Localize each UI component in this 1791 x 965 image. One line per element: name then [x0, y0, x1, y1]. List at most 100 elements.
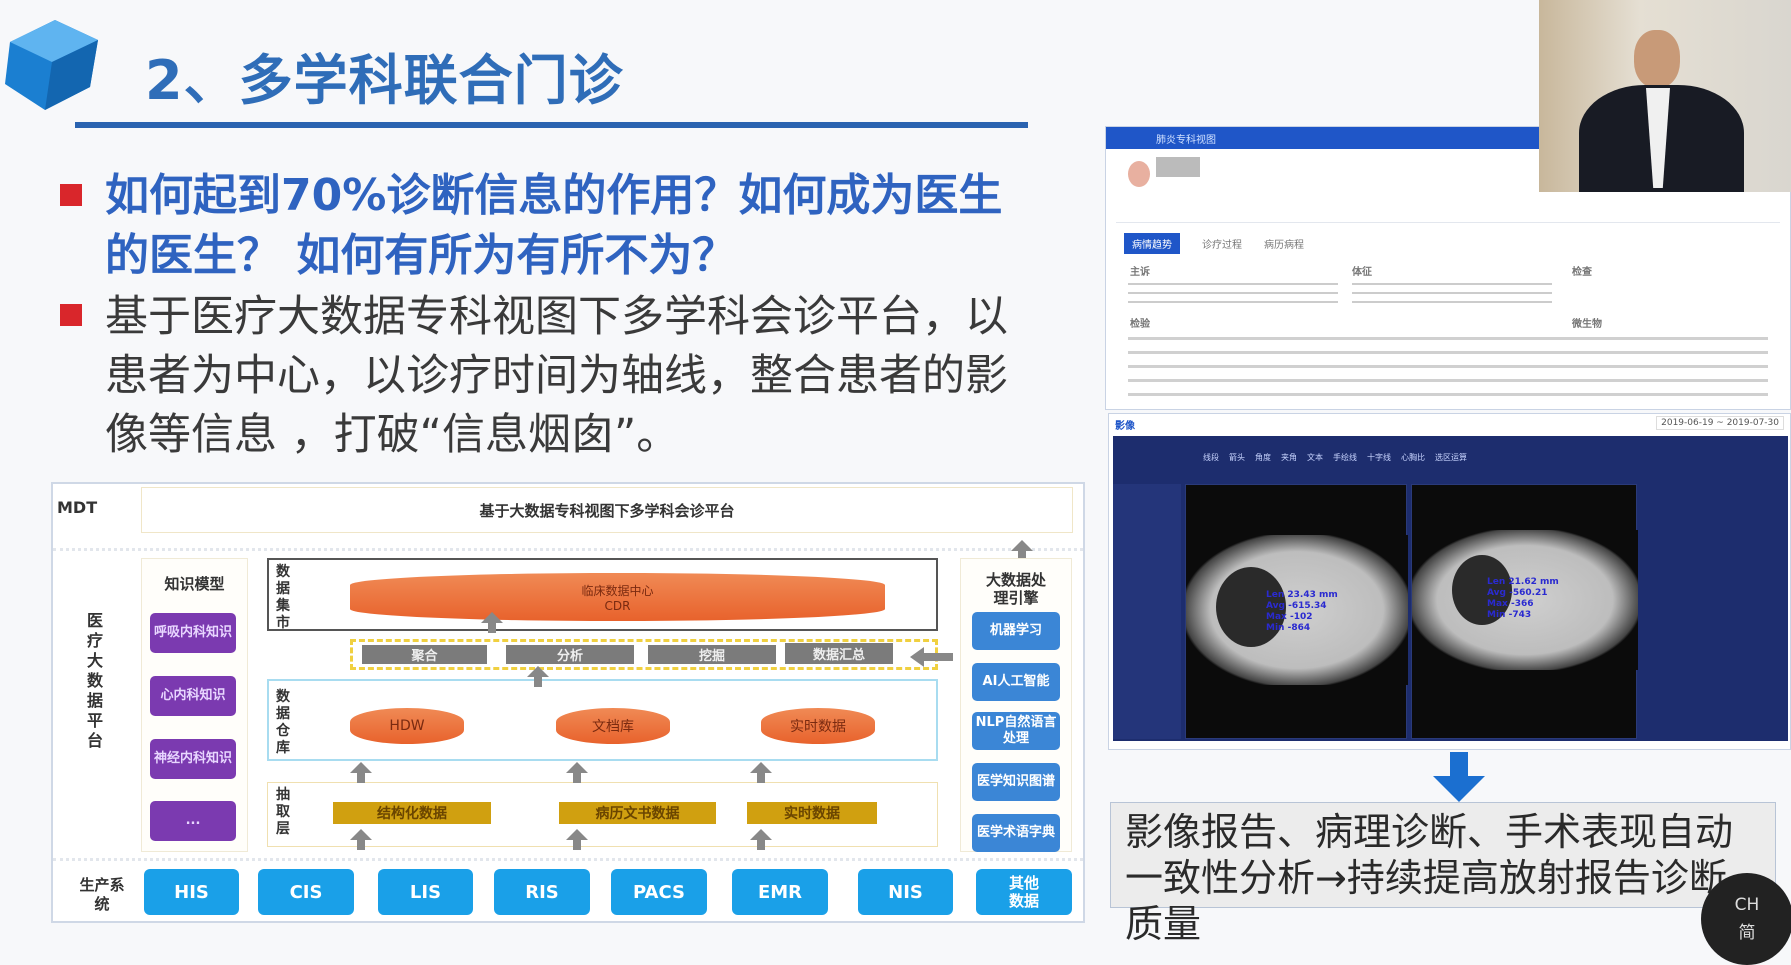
tab-trend[interactable]: 病情趋势 [1124, 233, 1180, 254]
viewer-toolbar: 线段 箭头 角度 夹角 文本 手绘线 十字线 心胸比 选区运算 [1203, 452, 1467, 463]
blurred-text [1128, 279, 1338, 305]
arrow-left-icon [923, 653, 953, 661]
system-his: HIS [144, 869, 239, 915]
bullet-marker [60, 184, 82, 206]
ct-image-left: Len 23.43 mm Avg -615.34 Max -102 Min -8… [1185, 484, 1408, 739]
extract-structured: 结构化数据 [333, 802, 491, 824]
view-tabs: 病情趋势 诊疗过程 病历病程 [1124, 233, 1304, 254]
platform-label: 医疗大数据平台 [84, 612, 103, 752]
tool-angle[interactable]: 角度 [1255, 452, 1271, 463]
warehouse-realtime: 实时数据 [761, 708, 875, 744]
arrow-up-icon [750, 829, 772, 850]
divider [53, 548, 1083, 551]
tool-ctr[interactable]: 心胸比 [1401, 452, 1425, 463]
cdr-name: 临床数据中心 [581, 583, 654, 598]
bullet-description: 基于医疗大数据专科视图下多学科会诊平台，以患者为中心，以诊疗时间为轴线，整合患者… [105, 292, 1008, 460]
blurred-lab-table [1128, 331, 1768, 401]
knowledge-item: 心内科知识 [150, 676, 236, 716]
measure-min: Min -864 [1266, 623, 1311, 633]
measure-len: Len 21.62 mm [1487, 577, 1559, 587]
presenter-face [1634, 30, 1680, 88]
data-warehouse-label: 数据仓库 [276, 689, 290, 756]
knowledge-item: 神经内科知识 [150, 739, 236, 779]
tool-freehand[interactable]: 手绘线 [1333, 452, 1357, 463]
measure-max: Max -366 [1487, 599, 1534, 609]
engine-item: 医学术语字典 [972, 814, 1060, 852]
section-exam: 检查 [1572, 267, 1592, 278]
ime-lang: CH [1734, 895, 1760, 915]
section-lab: 检验 [1130, 319, 1150, 330]
blurred-text [1352, 279, 1552, 305]
ct-image-right: Len 21.62 mm Avg -560.21 Max -366 Min -7… [1411, 484, 1638, 739]
imaging-label: 影像 [1115, 421, 1135, 432]
measure-min: Min -743 [1487, 610, 1532, 620]
production-label: 生产系统 [79, 876, 125, 913]
redacted-name [1156, 157, 1200, 177]
op-mine: 挖掘 [648, 645, 776, 664]
patient-avatar [1128, 161, 1150, 187]
data-mart-label: 数据集市 [276, 564, 290, 631]
arrow-up-icon [350, 762, 372, 783]
engine-item: AI人工智能 [972, 663, 1060, 701]
tool-crosshair[interactable]: 十字线 [1367, 452, 1391, 463]
arrow-left-icon [910, 647, 924, 667]
extract-records: 病历文书数据 [559, 802, 716, 824]
tool-cobb[interactable]: 夹角 [1281, 452, 1297, 463]
system-nis: NIS [858, 869, 953, 915]
tool-arrow[interactable]: 箭头 [1229, 452, 1245, 463]
knowledge-item: ... [150, 801, 236, 841]
arrow-up-icon [527, 666, 549, 687]
divider [1116, 222, 1780, 223]
warehouse-docs: 文档库 [556, 708, 670, 744]
conclusion-box: 影像报告、病理诊断、手术表现自动一致性分析→持续提高放射报告诊断质量 [1110, 802, 1776, 946]
knowledge-title: 知识模型 [164, 575, 225, 593]
imaging-viewer: 影像 2019-06-19 ~ 2019-07-30 线段 箭头 角度 夹角 文… [1108, 413, 1791, 750]
cube-logo-icon [5, 20, 98, 110]
date-range[interactable]: 2019-06-19 ~ 2019-07-30 [1656, 416, 1784, 430]
ime-indicator[interactable]: CH 简 [1701, 873, 1791, 965]
arrow-up-icon [566, 762, 588, 783]
warehouse-hdw: HDW [350, 708, 464, 744]
webcam-feed [1539, 0, 1791, 192]
series-thumbnails[interactable] [1113, 484, 1181, 739]
tab-records[interactable]: 病历病程 [1264, 233, 1304, 254]
measure-max: Max -102 [1266, 612, 1313, 622]
title-rule [75, 122, 1028, 128]
measure-avg: Avg -560.21 [1487, 588, 1548, 598]
op-aggregate: 聚合 [362, 645, 487, 664]
section-micro: 微生物 [1572, 319, 1602, 330]
engine-item: 机器学习 [972, 612, 1060, 650]
cdr-cylinder: 临床数据中心 CDR [350, 573, 885, 621]
cdr-abbrev: CDR [604, 598, 631, 613]
slide-title: 2、多学科联合门诊 [145, 49, 624, 112]
op-summary: 数据汇总 [785, 643, 893, 664]
system-ris: RIS [494, 869, 590, 915]
op-analyze: 分析 [506, 645, 634, 664]
engine-item: 医学知识图谱 [972, 763, 1060, 801]
section-signs: 体征 [1352, 267, 1372, 278]
mdt-label: MDT [57, 498, 98, 517]
tool-line[interactable]: 线段 [1203, 452, 1219, 463]
tool-text[interactable]: 文本 [1307, 452, 1323, 463]
extract-label: 抽取层 [276, 787, 290, 837]
arrow-up-icon [750, 762, 772, 783]
system-emr: EMR [732, 869, 828, 915]
engine-column: 大数据处理引擎 [960, 558, 1072, 852]
dicom-viewer: 线段 箭头 角度 夹角 文本 手绘线 十字线 心胸比 选区运算 Len 23.4… [1113, 436, 1788, 741]
engine-item: NLP自然语言处理 [972, 712, 1060, 750]
system-other: 其他数据 [976, 869, 1072, 915]
measure-len: Len 23.43 mm [1266, 590, 1338, 600]
system-cis: CIS [258, 869, 354, 915]
mdt-platform-title: 基于大数据专科视图下多学科会诊平台 [141, 487, 1073, 533]
engine-title: 大数据处理引擎 [985, 571, 1046, 607]
extract-realtime: 实时数据 [747, 802, 877, 824]
measurement-right: Len 21.62 mm Avg -560.21 Max -366 Min -7… [1487, 577, 1559, 621]
knowledge-item: 呼吸内科知识 [150, 613, 236, 653]
arrow-down-icon [1433, 752, 1485, 802]
architecture-diagram: MDT 基于大数据专科视图下多学科会诊平台 医疗大数据平台 知识模型 呼吸内科知… [51, 482, 1085, 923]
bullet-marker [60, 304, 82, 326]
tab-process[interactable]: 诊疗过程 [1202, 233, 1242, 254]
system-lis: LIS [378, 869, 473, 915]
tool-roi[interactable]: 选区运算 [1435, 452, 1467, 463]
arrow-up-icon [566, 829, 588, 850]
